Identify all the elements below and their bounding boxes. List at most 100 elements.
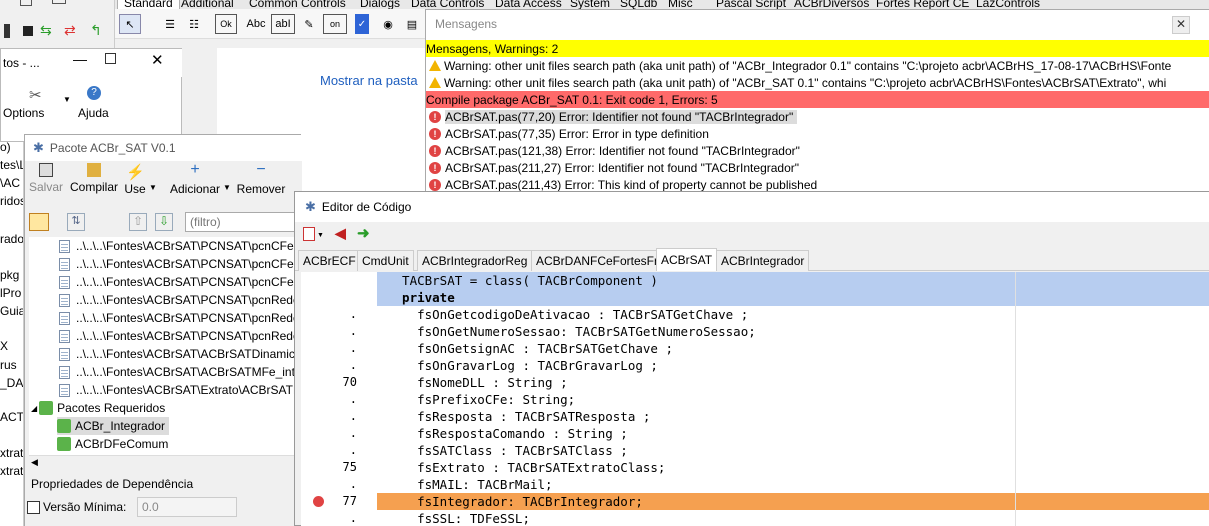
error-row[interactable]: ! ACBrSAT.pas(77,35) Error: Error in typ…: [426, 125, 1209, 142]
horizontal-scrollbar[interactable]: ◀: [29, 455, 299, 469]
compile-button[interactable]: Compilar: [67, 163, 121, 194]
step-into-icon[interactable]: ⇄: [64, 22, 76, 39]
forward-arrow-icon[interactable]: ➜: [357, 224, 370, 242]
palette-tab-common-controls[interactable]: Common Controls: [249, 0, 346, 9]
collapse-icon[interactable]: ◢: [31, 404, 37, 413]
tab-acbrdanfcefortesfr[interactable]: ACBrDANFCeFortesFr: [531, 250, 664, 271]
tree-file-item[interactable]: ..\..\..\Fontes\ACBrSAT\ACBrSATDinamic: [59, 345, 295, 363]
tab-acbrecf[interactable]: ACBrECF: [298, 250, 361, 271]
palette-tab-pascal-script[interactable]: Pascal Script: [716, 0, 786, 9]
code-area[interactable]: TACBrSAT = class( TACBrComponent ) priva…: [365, 272, 1209, 526]
bookmark-list-icon[interactable]: [303, 227, 315, 241]
code-line[interactable]: fsOnGetcodigoDeAtivacao : TACBrSATGetCha…: [377, 306, 1209, 323]
tree-required-item[interactable]: ACBr_Integrador: [57, 417, 170, 435]
tab-acbrintegrador[interactable]: ACBrIntegrador: [716, 250, 810, 271]
code-line[interactable]: fsExtrato : TACBrSATExtratoClass;: [377, 459, 1209, 476]
maximize-icon[interactable]: [105, 53, 116, 64]
tree-file-item[interactable]: ..\..\..\Fontes\ACBrSAT\ACBrSATMFe_inte: [59, 363, 299, 381]
error-row[interactable]: ! ACBrSAT.pas(211,27) Error: Identifier …: [426, 159, 1209, 176]
pause-icon[interactable]: [4, 24, 10, 38]
tcheckbox-icon[interactable]: ✓: [355, 14, 369, 34]
use-button[interactable]: ⚡ Use: [123, 163, 147, 196]
main-menu-icon[interactable]: ☰: [161, 14, 179, 34]
toggle-form-icon[interactable]: [20, 0, 32, 6]
code-line[interactable]: fsOnGetsignAC : TACBrSATGetChave ;: [377, 340, 1209, 357]
code-line[interactable]: fsOnGravarLog : TACBrGravarLog ;: [377, 357, 1209, 374]
tmemo-icon[interactable]: ✎: [301, 14, 317, 34]
code-line[interactable]: fsSATClass : TACBrSATClass ;: [377, 442, 1209, 459]
show-in-folder-link[interactable]: Mostrar na pasta: [320, 73, 418, 88]
save-button[interactable]: Salvar: [29, 163, 63, 194]
tab-cmdunit[interactable]: CmdUnit: [357, 250, 414, 271]
warning-row[interactable]: Warning: other unit files search path (a…: [426, 74, 1209, 91]
tlistbox-icon[interactable]: ▤: [403, 14, 421, 34]
tree-file-item[interactable]: ..\..\..\Fontes\ACBrSAT\PCNSAT\pcnRede: [59, 291, 299, 309]
monitor-icon[interactable]: [52, 0, 66, 4]
pointer-tool-icon[interactable]: ↖: [119, 14, 141, 34]
error-row[interactable]: ! ACBrSAT.pas(77,20) Error: Identifier n…: [426, 108, 1209, 125]
palette-tab-acbrdiversos[interactable]: ACBrDiversos: [794, 0, 869, 9]
code-line[interactable]: fsNomeDLL : String ;: [377, 374, 1209, 391]
step-over-icon[interactable]: ⇆: [40, 22, 52, 39]
tree-file-item[interactable]: ..\..\..\Fontes\ACBrSAT\PCNSAT\pcnCFe: [59, 237, 294, 255]
tbutton-icon[interactable]: Ok: [215, 14, 237, 34]
options-button[interactable]: Options: [3, 106, 44, 120]
code-line[interactable]: TACBrSAT = class( TACBrComponent ): [377, 272, 1209, 289]
remove-button[interactable]: − Remover: [235, 162, 287, 197]
palette-tab-fortes-report[interactable]: Fortes Report CE: [876, 0, 969, 9]
ttogglebox-icon[interactable]: on: [323, 14, 347, 34]
code-line[interactable]: fsRespostaComando : String ;: [377, 425, 1209, 442]
palette-tab-misc[interactable]: Misc: [668, 0, 693, 9]
minimize-icon[interactable]: —: [73, 51, 87, 67]
close-icon[interactable]: ✕: [1172, 16, 1190, 34]
tree-file-item[interactable]: ..\..\..\Fontes\ACBrSAT\Extrato\ACBrSATE: [59, 381, 299, 399]
error-marker-icon[interactable]: [313, 496, 324, 507]
tree-required-packages[interactable]: ◢ Pacotes Requeridos: [31, 399, 165, 417]
tradiobutton-icon[interactable]: ◉: [381, 14, 395, 34]
tree-file-item[interactable]: ..\..\..\Fontes\ACBrSAT\PCNSAT\pcnCFe: [59, 273, 294, 291]
chevron-down-icon[interactable]: ▼: [149, 183, 157, 192]
popup-menu-icon[interactable]: ☷: [185, 14, 203, 34]
options-icon[interactable]: ✂: [29, 86, 42, 104]
min-version-checkbox[interactable]: [27, 501, 40, 514]
code-line[interactable]: fsSSL: TDFeSSL;: [377, 510, 1209, 526]
tab-acbrsat[interactable]: ACBrSAT: [656, 248, 718, 271]
warning-row[interactable]: Warning: other unit files search path (a…: [426, 57, 1209, 74]
tab-acbrintegradorreg[interactable]: ACBrIntegradorReg: [417, 250, 533, 271]
code-line[interactable]: fsPrefixoCFe: String;: [377, 391, 1209, 408]
code-line[interactable]: fsOnGetNumeroSessao: TACBrSATGetNumeroSe…: [377, 323, 1209, 340]
add-button[interactable]: + Adicionar: [165, 162, 225, 197]
palette-tab-dialogs[interactable]: Dialogs: [360, 0, 400, 9]
code-line-error[interactable]: fsIntegrador: TACBrIntegrador;: [377, 493, 1209, 510]
step-out-icon[interactable]: ↰: [90, 22, 102, 39]
tlabel-icon[interactable]: Abc: [243, 14, 269, 34]
open-folder-icon[interactable]: [29, 213, 49, 231]
move-down-icon[interactable]: ⇩: [155, 213, 173, 231]
tree-required-item[interactable]: ACBrDFeComum: [57, 435, 168, 453]
chevron-down-icon[interactable]: ▼: [223, 183, 231, 192]
palette-tab-system[interactable]: System: [570, 0, 610, 9]
help-button[interactable]: Ajuda: [78, 106, 109, 120]
stop-icon[interactable]: [23, 26, 33, 36]
close-icon[interactable]: ✕: [151, 51, 164, 69]
move-up-icon[interactable]: ⇧: [129, 213, 147, 231]
code-line[interactable]: private: [377, 289, 1209, 306]
back-arrow-icon[interactable]: ◀: [335, 225, 346, 242]
chevron-down-icon[interactable]: ▼: [63, 95, 71, 104]
min-version-input[interactable]: [137, 497, 237, 517]
sort-icon[interactable]: ⇅: [67, 213, 85, 231]
palette-tab-standard[interactable]: Standard: [117, 0, 180, 9]
filter-input[interactable]: [185, 212, 302, 232]
code-line[interactable]: fsMAIL: TACBrMail;: [377, 476, 1209, 493]
tedit-icon[interactable]: abI: [271, 14, 295, 34]
error-row[interactable]: ! ACBrSAT.pas(121,38) Error: Identifier …: [426, 142, 1209, 159]
palette-tab-lazcontrols[interactable]: LazControls: [976, 0, 1040, 9]
tree-file-item[interactable]: ..\..\..\Fontes\ACBrSAT\PCNSAT\pcnRede: [59, 309, 299, 327]
chevron-down-icon[interactable]: ▼: [317, 232, 324, 239]
palette-tab-data-controls[interactable]: Data Controls: [411, 0, 484, 9]
help-icon[interactable]: ?: [87, 86, 101, 100]
palette-tab-sqldb[interactable]: SQLdb: [620, 0, 657, 9]
code-line[interactable]: fsResposta : TACBrSATResposta ;: [377, 408, 1209, 425]
palette-tab-data-access[interactable]: Data Access: [495, 0, 562, 9]
tree-file-item[interactable]: ..\..\..\Fontes\ACBrSAT\PCNSAT\pcnRede: [59, 327, 299, 345]
